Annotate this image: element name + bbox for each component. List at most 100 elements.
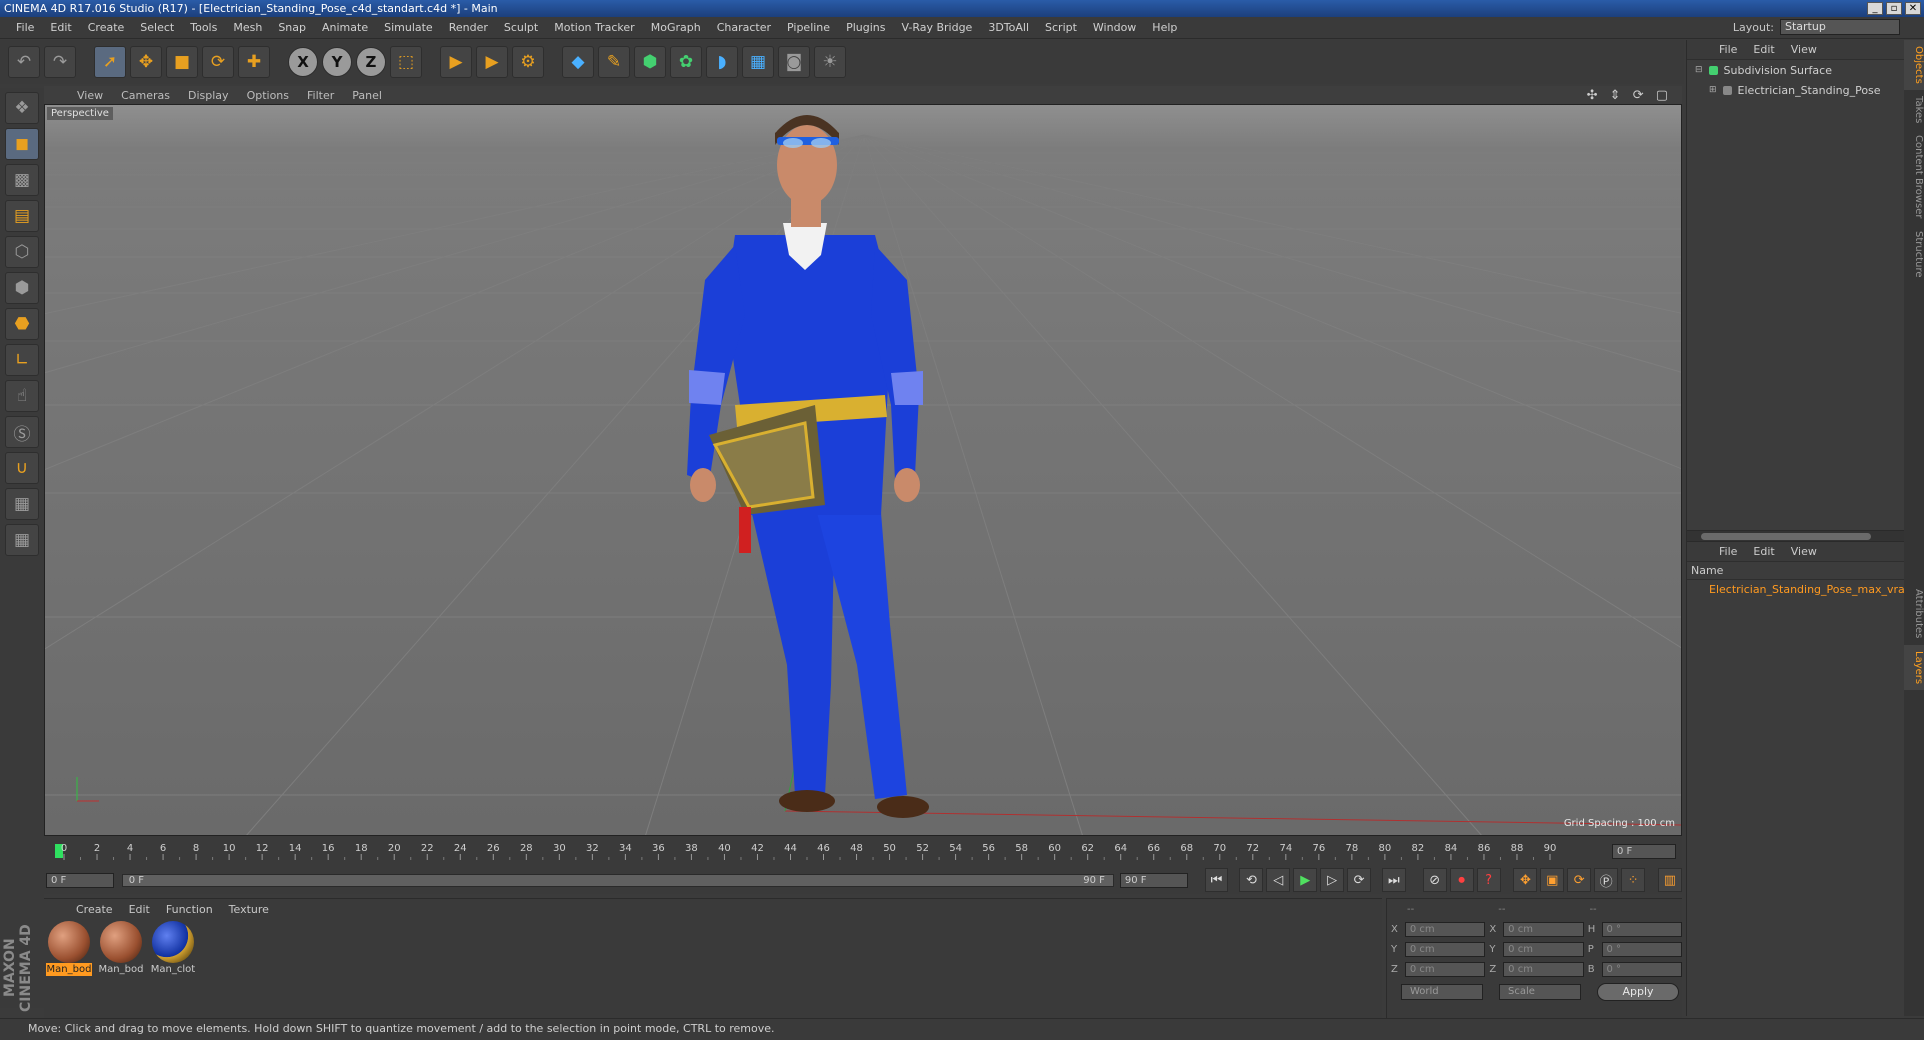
rotate-tool-icon[interactable]: ⟳: [202, 46, 234, 78]
material-menu-function[interactable]: Function: [158, 903, 221, 916]
menu-help[interactable]: Help: [1144, 21, 1185, 34]
apply-button[interactable]: Apply: [1597, 983, 1679, 1001]
coordinate-system-icon[interactable]: ⬚: [390, 46, 422, 78]
light-icon[interactable]: ☀: [814, 46, 846, 78]
close-button[interactable]: ✕: [1905, 2, 1921, 15]
frame-range-slider[interactable]: 0 F 90 F: [121, 873, 1114, 887]
menu-mesh[interactable]: Mesh: [225, 21, 270, 34]
undo-icon[interactable]: ↶: [8, 46, 40, 78]
previous-frame-icon[interactable]: ◁: [1266, 868, 1291, 892]
menu-script[interactable]: Script: [1037, 21, 1085, 34]
texture-mode-icon[interactable]: ▩: [5, 164, 39, 196]
size-mode-dropdown[interactable]: Scale: [1499, 984, 1581, 1000]
collapse-icon[interactable]: ⊟: [1695, 65, 1703, 75]
scale-tool-icon[interactable]: ■: [166, 46, 198, 78]
menu-simulate[interactable]: Simulate: [376, 21, 441, 34]
menu-sculpt[interactable]: Sculpt: [496, 21, 546, 34]
layers-menu-file[interactable]: File: [1711, 545, 1745, 558]
camera-icon[interactable]: ◙: [778, 46, 810, 78]
material-menu-texture[interactable]: Texture: [221, 903, 277, 916]
polygons-mode-icon[interactable]: ⬣: [5, 308, 39, 340]
viewport-navigation-icons[interactable]: ✣ ⇕ ⟳ ▢: [1587, 88, 1672, 103]
render-settings-icon[interactable]: ⚙: [512, 46, 544, 78]
snap-icon[interactable]: Ⓢ: [5, 416, 39, 448]
object-row[interactable]: ⊞ Electrician_Standing_Pose: [1687, 80, 1904, 100]
layer-row[interactable]: Electrician_Standing_Pose_max_vray: [1687, 580, 1904, 598]
floor-icon[interactable]: ▦: [742, 46, 774, 78]
auto-keying-icon[interactable]: ⏺: [1449, 868, 1474, 892]
pen-spline-icon[interactable]: ✎: [598, 46, 630, 78]
record-scale-icon[interactable]: ▣: [1540, 868, 1565, 892]
objects-horizontal-scrollbar[interactable]: [1687, 530, 1904, 542]
current-frame-field[interactable]: 0 F: [1612, 844, 1676, 859]
next-frame-icon[interactable]: ▷: [1320, 868, 1345, 892]
menu-render[interactable]: Render: [441, 21, 496, 34]
model-mode-icon[interactable]: ◼: [5, 128, 39, 160]
minimize-button[interactable]: _: [1867, 2, 1883, 15]
move-tool-icon[interactable]: ✥: [130, 46, 162, 78]
axis-mode-icon[interactable]: ∟: [5, 344, 39, 376]
viewport-menu-filter[interactable]: Filter: [298, 89, 343, 102]
x-axis-lock-button[interactable]: X: [288, 47, 318, 77]
workplane-mode-icon[interactable]: ▤: [5, 200, 39, 232]
material-item[interactable]: Man_clot: [150, 921, 196, 976]
objects-menu-file[interactable]: File: [1711, 43, 1745, 56]
position-y-field[interactable]: 0 cm: [1404, 941, 1486, 957]
rotation-h-field[interactable]: 0 °: [1601, 921, 1683, 937]
layers-menu-edit[interactable]: Edit: [1745, 545, 1782, 558]
position-x-field[interactable]: 0 cm: [1404, 921, 1486, 937]
record-rotation-icon[interactable]: ⟳: [1567, 868, 1592, 892]
cube-primitive-icon[interactable]: ◆: [562, 46, 594, 78]
menu-file[interactable]: File: [8, 21, 42, 34]
magnet-icon[interactable]: ∪: [5, 452, 39, 484]
live-selection-icon[interactable]: ➚: [94, 46, 126, 78]
timeline[interactable]: 0 2 4 6 8 10 12 14 16 18 20 22 24 26 28 30 32 34 36 38 40 42 4…: [44, 836, 1682, 866]
make-editable-icon[interactable]: ❖: [5, 92, 39, 124]
menu-select[interactable]: Select: [132, 21, 182, 34]
tab-structure[interactable]: Structure: [1904, 225, 1924, 284]
menu-vray-bridge[interactable]: V-Ray Bridge: [893, 21, 980, 34]
layout-dropdown[interactable]: Startup: [1780, 19, 1900, 35]
menu-mograph[interactable]: MoGraph: [643, 21, 709, 34]
record-position-icon[interactable]: ✥: [1513, 868, 1538, 892]
render-picture-viewer-icon[interactable]: ▶: [476, 46, 508, 78]
play-forward-icon[interactable]: ▶: [1293, 868, 1318, 892]
menu-character[interactable]: Character: [709, 21, 779, 34]
rotation-p-field[interactable]: 0 °: [1601, 941, 1683, 957]
viewport-perspective[interactable]: Perspective Grid Spacing : 100 cm: [44, 104, 1682, 836]
viewport-menu-view[interactable]: View: [68, 89, 112, 102]
layers-menu-view[interactable]: View: [1783, 545, 1825, 558]
menu-create[interactable]: Create: [80, 21, 133, 34]
material-menu-create[interactable]: Create: [68, 903, 121, 916]
coordinate-mode-dropdown[interactable]: World: [1401, 984, 1483, 1000]
objects-menu-view[interactable]: View: [1783, 43, 1825, 56]
keyframe-selection-icon[interactable]: ?: [1476, 868, 1501, 892]
tweak-mode-icon[interactable]: ☝: [5, 380, 39, 412]
viewport-menu-panel[interactable]: Panel: [343, 89, 391, 102]
menu-animate[interactable]: Animate: [314, 21, 376, 34]
start-frame-field[interactable]: 0 F: [46, 872, 114, 888]
viewport-menu-cameras[interactable]: Cameras: [112, 89, 179, 102]
workplane-lock-icon[interactable]: ▦: [5, 488, 39, 520]
tab-attributes[interactable]: Attributes: [1904, 583, 1924, 644]
z-axis-lock-button[interactable]: Z: [356, 47, 386, 77]
rotation-b-field[interactable]: 0 °: [1601, 961, 1683, 977]
record-parameter-icon[interactable]: Ⓟ: [1594, 868, 1619, 892]
cloner-icon[interactable]: ✿: [670, 46, 702, 78]
menu-edit[interactable]: Edit: [42, 21, 79, 34]
record-keys-icon[interactable]: ⊘: [1422, 868, 1447, 892]
points-mode-icon[interactable]: ⬡: [5, 236, 39, 268]
material-menu-edit[interactable]: Edit: [121, 903, 158, 916]
record-point-level-icon[interactable]: ⁘: [1621, 868, 1645, 892]
expand-icon[interactable]: ⊞: [1709, 85, 1717, 95]
viewport-menu-display[interactable]: Display: [179, 89, 238, 102]
objects-menu-edit[interactable]: Edit: [1745, 43, 1782, 56]
deformer-icon[interactable]: ◗: [706, 46, 738, 78]
menu-window[interactable]: Window: [1085, 21, 1144, 34]
camera-label[interactable]: Perspective: [47, 107, 113, 120]
size-x-field[interactable]: 0 cm: [1503, 921, 1584, 937]
menu-tools[interactable]: Tools: [182, 21, 225, 34]
maximize-button[interactable]: ▫: [1886, 2, 1902, 15]
y-axis-lock-button[interactable]: Y: [322, 47, 352, 77]
tab-objects[interactable]: Objects: [1904, 40, 1924, 90]
